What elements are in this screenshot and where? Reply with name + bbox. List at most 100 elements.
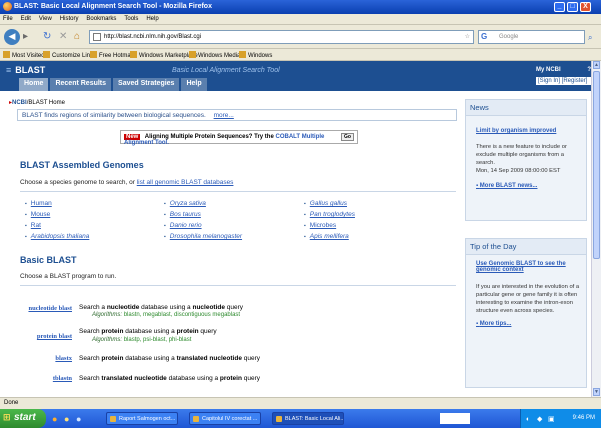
- my-ncbi-title: My NCBI: [536, 67, 561, 73]
- back-button[interactable]: ◀: [4, 29, 20, 45]
- tab-saved-strategies[interactable]: Saved Strategies: [113, 78, 180, 91]
- home-icon[interactable]: ⌂: [74, 31, 80, 43]
- organism-item[interactable]: Apis mellifera: [304, 233, 349, 240]
- navigation-toolbar: ◀ ▸ ↻ ✕ ⌂ http://blast.ncbi.nlm.nih.gov/…: [0, 25, 601, 49]
- breadcrumb-page: BLAST Home: [28, 100, 65, 106]
- menu-view[interactable]: View: [36, 14, 55, 22]
- menu-history[interactable]: History: [57, 14, 82, 22]
- search-input[interactable]: G Google: [478, 30, 585, 44]
- main-tabs: Home Recent Results Saved Strategies Help: [19, 78, 209, 91]
- bookmark-icon: [43, 51, 50, 58]
- breadcrumb-ncbi[interactable]: NCBI: [12, 100, 27, 106]
- list-genomic-databases-link[interactable]: list all genomic BLAST databases: [137, 179, 234, 186]
- program-nucleotide-blast[interactable]: nucleotide blast: [10, 305, 72, 312]
- menu-file[interactable]: File: [0, 14, 16, 22]
- menu-bookmarks[interactable]: Bookmarks: [83, 14, 119, 22]
- section-divider: [20, 285, 456, 286]
- bookmark-icon: [239, 51, 246, 58]
- organism-item[interactable]: Oryza sativa: [164, 200, 206, 207]
- promo-go-button[interactable]: Go: [341, 133, 354, 141]
- program-description: Search protein database using a translat…: [79, 355, 261, 362]
- status-bar: Done: [0, 397, 601, 409]
- tray-icon[interactable]: ◆: [537, 414, 542, 426]
- more-news-link[interactable]: ▪ More BLAST news...: [466, 175, 586, 189]
- blast-tagline: Basic Local Alignment Search Tool: [172, 67, 280, 74]
- program-description: Search translated nucleotide database us…: [79, 375, 261, 382]
- tip-link[interactable]: Use Genomic BLAST to see the genomic con…: [466, 255, 586, 273]
- page-icon: [93, 33, 101, 41]
- url-bar[interactable]: http://blast.ncbi.nlm.nih.gov/Blast.cgi …: [89, 30, 474, 44]
- system-tray: ◐ ◆ ▣ 9:46 PM: [520, 409, 601, 428]
- bookmark-icon: [189, 51, 196, 58]
- bookmark-icon: [3, 51, 10, 58]
- tab-help[interactable]: Help: [181, 78, 207, 91]
- organism-item[interactable]: Arabidopsis thaliana: [25, 233, 90, 240]
- window-title-bar[interactable]: BLAST: Basic Local Alignment Search Tool…: [0, 0, 601, 14]
- organism-item[interactable]: Danio rerio: [164, 222, 202, 229]
- tab-home[interactable]: Home: [19, 78, 49, 91]
- taskbar-item[interactable]: BLAST: Basic Local Ali...: [272, 412, 344, 425]
- intro-more-link[interactable]: more...: [214, 112, 234, 119]
- intro-box: BLAST finds regions of similarity betwee…: [17, 109, 457, 121]
- vertical-scrollbar[interactable]: ▲ ▼: [591, 61, 601, 397]
- bookmark-windows-marketplace[interactable]: Windows Marketplace: [130, 51, 198, 59]
- organism-item[interactable]: Mouse: [25, 211, 51, 218]
- news-date: Mon, 14 Sep 2009 08:00:00 EST: [476, 168, 561, 174]
- scroll-down-icon[interactable]: ▼: [593, 388, 600, 396]
- start-button[interactable]: start: [0, 409, 46, 428]
- bookmark-windows-media[interactable]: Windows Media: [189, 51, 240, 59]
- news-box: News Limit by organism improved There is…: [465, 99, 587, 221]
- quicklaunch-icon[interactable]: ●: [52, 413, 57, 425]
- maximize-button[interactable]: □: [567, 2, 578, 12]
- blast-logo[interactable]: BLAST: [6, 65, 45, 75]
- menu-tools[interactable]: Tools: [121, 14, 141, 22]
- organism-item[interactable]: Microbes: [304, 222, 336, 229]
- menu-help[interactable]: Help: [143, 14, 161, 22]
- organism-item[interactable]: Drosophila melanogaster: [164, 233, 242, 240]
- bookmark-windows[interactable]: Windows: [239, 51, 272, 59]
- bookmark-star-icon[interactable]: ☆: [465, 33, 470, 40]
- google-icon: G: [481, 32, 488, 41]
- program-blastx[interactable]: blastx: [10, 355, 72, 362]
- tray-icon[interactable]: ◐: [526, 414, 530, 426]
- tab-recent-results[interactable]: Recent Results: [50, 78, 112, 91]
- bookmark-free-hotmail[interactable]: Free Hotmail: [90, 51, 133, 59]
- tray-toolbar[interactable]: [440, 413, 470, 424]
- program-tblastn[interactable]: tblastn: [10, 375, 72, 382]
- scroll-up-icon[interactable]: ▲: [593, 61, 600, 69]
- organism-item[interactable]: Rat: [25, 222, 41, 229]
- bookmark-most-visited[interactable]: Most Visited: [3, 51, 45, 59]
- bookmark-customize-links[interactable]: Customize Links: [43, 51, 96, 59]
- stop-icon[interactable]: ✕: [59, 31, 67, 43]
- bookmark-icon: [90, 51, 97, 58]
- tray-icon[interactable]: ▣: [548, 414, 555, 426]
- program-algorithms: Algorithms: blastn, megablast, discontig…: [92, 312, 241, 318]
- taskbar-item[interactable]: Capitolul IV corectat ...: [189, 412, 261, 425]
- program-protein-blast[interactable]: protein blast: [10, 333, 72, 340]
- intro-text: BLAST finds regions of similarity betwee…: [22, 112, 206, 119]
- menu-edit[interactable]: Edit: [18, 14, 34, 22]
- close-button[interactable]: X: [580, 2, 591, 12]
- search-go-icon[interactable]: ⌕: [588, 32, 592, 44]
- more-tips-link[interactable]: ▪ More tips...: [466, 315, 586, 327]
- window-title: BLAST: Basic Local Alignment Search Tool…: [14, 3, 212, 10]
- blast-header: BLAST Basic Local Alignment Search Tool …: [0, 61, 591, 91]
- sign-in-register-links[interactable]: [Sign In] [Register]: [536, 77, 591, 85]
- bookmark-icon: [130, 51, 137, 58]
- scrollbar-thumb[interactable]: [593, 71, 600, 259]
- taskbar-item[interactable]: Raport Salmogen oct...: [106, 412, 178, 425]
- organism-item[interactable]: Bos taurus: [164, 211, 201, 218]
- section-divider: [20, 191, 456, 192]
- organism-item[interactable]: Human: [25, 200, 52, 207]
- news-link[interactable]: Limit by organism improved: [466, 116, 586, 134]
- quicklaunch-icon[interactable]: ●: [64, 413, 69, 425]
- organism-item[interactable]: Gallus gallus: [304, 200, 347, 207]
- forward-arrow-icon[interactable]: ▸: [23, 31, 28, 43]
- news-heading: News: [466, 100, 586, 116]
- organism-item[interactable]: Pan troglodytes: [304, 211, 355, 218]
- quicklaunch-icon[interactable]: ●: [76, 413, 81, 425]
- bookmarks-toolbar: Most Visited Customize Links Free Hotmai…: [0, 49, 601, 61]
- reload-icon[interactable]: ↻: [43, 31, 51, 43]
- basic-blast-heading: Basic BLAST: [20, 255, 77, 265]
- minimize-button[interactable]: _: [554, 2, 565, 12]
